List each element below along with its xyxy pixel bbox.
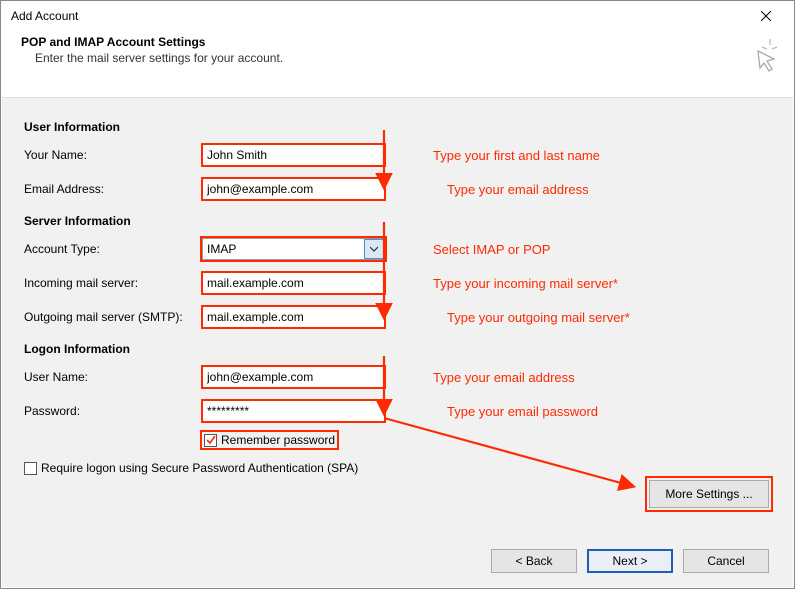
label-account-type: Account Type: bbox=[24, 242, 202, 256]
label-your-name: Your Name: bbox=[24, 148, 202, 162]
account-type-value: IMAP bbox=[207, 242, 236, 256]
next-button[interactable]: Next > bbox=[587, 549, 673, 573]
header-title: POP and IMAP Account Settings bbox=[21, 35, 774, 49]
annot-incoming: Type your incoming mail server* bbox=[433, 276, 618, 291]
label-password: Password: bbox=[24, 404, 202, 418]
label-incoming: Incoming mail server: bbox=[24, 276, 202, 290]
content-panel: User Information Your Name: Type your fi… bbox=[2, 97, 793, 587]
add-account-window: Add Account POP and IMAP Account Setting… bbox=[0, 0, 795, 589]
annot-email: Type your email address bbox=[447, 182, 589, 197]
section-server-title: Server Information bbox=[24, 214, 771, 228]
username-input[interactable] bbox=[202, 366, 385, 388]
cancel-button[interactable]: Cancel bbox=[683, 549, 769, 573]
spa-label: Require logon using Secure Password Auth… bbox=[41, 461, 358, 475]
wizard-button-bar: < Back Next > Cancel bbox=[491, 549, 769, 573]
annot-username: Type your email address bbox=[433, 370, 575, 385]
email-input[interactable] bbox=[202, 178, 385, 200]
more-settings-button[interactable]: More Settings ... bbox=[649, 480, 769, 508]
incoming-server-input[interactable] bbox=[202, 272, 385, 294]
chevron-down-icon bbox=[370, 245, 378, 253]
row-your-name: Your Name: Type your first and last name bbox=[24, 140, 771, 170]
password-input[interactable] bbox=[202, 400, 385, 422]
spa-checkbox[interactable] bbox=[24, 462, 37, 475]
remember-password-label: Remember password bbox=[221, 433, 335, 447]
annot-password: Type your email password bbox=[447, 404, 598, 419]
back-button[interactable]: < Back bbox=[491, 549, 577, 573]
annot-account-type: Select IMAP or POP bbox=[433, 242, 551, 257]
row-incoming: Incoming mail server: Type your incoming… bbox=[24, 268, 771, 298]
close-icon bbox=[761, 11, 771, 21]
section-user-title: User Information bbox=[24, 120, 771, 134]
account-type-select[interactable]: IMAP bbox=[202, 238, 385, 260]
your-name-input[interactable] bbox=[202, 144, 385, 166]
close-button[interactable] bbox=[746, 2, 786, 30]
annot-outgoing: Type your outgoing mail server* bbox=[447, 310, 630, 325]
row-outgoing: Outgoing mail server (SMTP): Type your o… bbox=[24, 302, 771, 332]
wizard-header: POP and IMAP Account Settings Enter the … bbox=[1, 31, 794, 73]
label-email: Email Address: bbox=[24, 182, 202, 196]
window-title: Add Account bbox=[11, 9, 746, 23]
label-username: User Name: bbox=[24, 370, 202, 384]
spa-checkbox-row[interactable]: Require logon using Secure Password Auth… bbox=[24, 460, 358, 476]
row-email: Email Address: Type your email address bbox=[24, 174, 771, 204]
annot-your-name: Type your first and last name bbox=[433, 148, 600, 163]
wizard-cursor-icon bbox=[744, 37, 780, 73]
row-password: Password: Type your email password bbox=[24, 396, 771, 426]
titlebar: Add Account bbox=[1, 1, 794, 31]
header-subtitle: Enter the mail server settings for your … bbox=[21, 51, 774, 65]
remember-password-checkbox-row[interactable]: Remember password bbox=[202, 432, 337, 448]
row-username: User Name: Type your email address bbox=[24, 362, 771, 392]
outgoing-server-input[interactable] bbox=[202, 306, 385, 328]
row-account-type: Account Type: IMAP Select IMAP or POP bbox=[24, 234, 771, 264]
label-outgoing: Outgoing mail server (SMTP): bbox=[24, 310, 202, 324]
account-type-dropdown-button[interactable] bbox=[364, 239, 384, 259]
section-logon-title: Logon Information bbox=[24, 342, 771, 356]
check-icon bbox=[206, 435, 216, 445]
remember-password-checkbox[interactable] bbox=[204, 434, 217, 447]
